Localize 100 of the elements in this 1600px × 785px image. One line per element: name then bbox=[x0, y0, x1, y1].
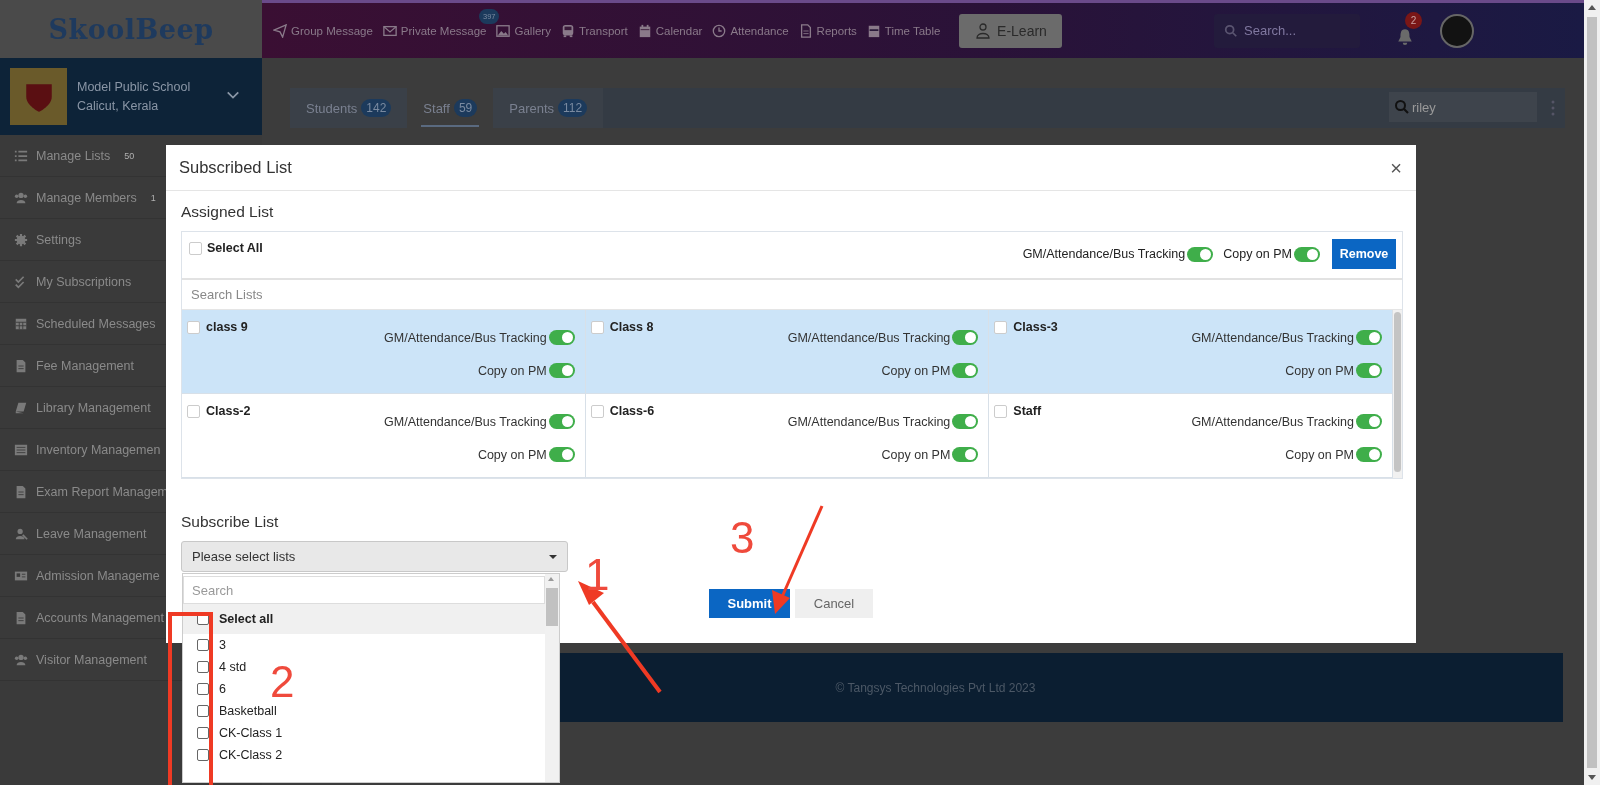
paper-plane-icon bbox=[273, 23, 287, 38]
envelope-icon bbox=[382, 23, 397, 38]
toggle-switch[interactable] bbox=[548, 330, 575, 345]
school-header[interactable]: Model Public School Calicut, Kerala bbox=[0, 58, 262, 135]
option-label: CK-Class 1 bbox=[219, 726, 283, 740]
image-icon bbox=[496, 23, 511, 38]
checkbox[interactable] bbox=[197, 661, 209, 673]
toggle-switch[interactable] bbox=[952, 330, 979, 345]
toggle-switch[interactable] bbox=[952, 414, 979, 429]
kebab-menu-icon[interactable] bbox=[1551, 100, 1555, 116]
toggle-label: Copy on PM bbox=[1223, 247, 1292, 261]
scrollbar[interactable] bbox=[1584, 0, 1600, 785]
toggle-switch[interactable] bbox=[1356, 363, 1382, 378]
option-label: 3 bbox=[219, 638, 226, 652]
toggle-switch[interactable] bbox=[548, 447, 575, 462]
scrollbar[interactable] bbox=[545, 574, 559, 782]
list-option[interactable]: CK-Class 1 bbox=[183, 722, 289, 744]
toggle-label: Copy on PM bbox=[1285, 363, 1354, 378]
toggle-label: GM/Attendance/Bus Tracking bbox=[1191, 414, 1354, 429]
bus-icon bbox=[560, 23, 575, 38]
toggle-label: GM/Attendance/Bus Tracking bbox=[787, 414, 951, 429]
toggle-switch[interactable] bbox=[548, 414, 575, 429]
search-icon bbox=[1224, 23, 1238, 38]
option-label: CK-Class 2 bbox=[219, 748, 283, 762]
document-icon bbox=[14, 610, 28, 625]
e-learn-button[interactable]: E-Learn bbox=[959, 13, 1063, 48]
document-icon bbox=[798, 23, 813, 38]
nav-link[interactable]: Reports bbox=[793, 23, 862, 38]
list-icon bbox=[14, 148, 28, 163]
toggle-switch[interactable] bbox=[1356, 330, 1382, 345]
nav-link[interactable]: Group Message bbox=[268, 23, 378, 38]
toggle-label: Copy on PM bbox=[881, 363, 951, 378]
toggle-switch[interactable] bbox=[952, 447, 979, 462]
search-field[interactable]: Search... bbox=[1214, 13, 1360, 48]
school-location: Calicut, Kerala bbox=[77, 97, 160, 115]
calendar-icon bbox=[637, 23, 652, 38]
remove-button[interactable]: Remove bbox=[1332, 239, 1396, 269]
dropdown-search-field[interactable]: Search bbox=[183, 576, 545, 604]
nav-link[interactable]: Gallery bbox=[491, 23, 556, 38]
scrollbar-thumb[interactable] bbox=[1587, 17, 1597, 768]
calendar-icon bbox=[866, 23, 881, 38]
item-count: 1 bbox=[150, 192, 156, 203]
toggle-label: GM/Attendance/Bus Tracking bbox=[787, 330, 951, 345]
option-label: 4 std bbox=[219, 660, 247, 674]
checkbox[interactable] bbox=[197, 705, 209, 717]
submit-button[interactable]: Submit bbox=[709, 589, 790, 618]
nav-link[interactable]: Time Table bbox=[861, 23, 946, 38]
scrollbar-thumb[interactable] bbox=[546, 588, 558, 626]
count-badge: 59 bbox=[453, 99, 478, 117]
tab[interactable]: Students 142 bbox=[290, 88, 408, 128]
avatar[interactable] bbox=[1440, 13, 1474, 48]
toggle-switch[interactable] bbox=[952, 363, 979, 378]
count-badge: 142 bbox=[361, 99, 392, 117]
scrollbar[interactable] bbox=[1393, 310, 1402, 478]
tab[interactable]: Staff 59 bbox=[407, 88, 494, 128]
notification-badge: 2 bbox=[1405, 11, 1422, 29]
gear-icon bbox=[14, 232, 28, 247]
toggle-label: Copy on PM bbox=[477, 363, 547, 378]
toggle-switch[interactable] bbox=[1356, 447, 1382, 462]
annotation-number: 1 bbox=[585, 553, 610, 597]
people-icon bbox=[14, 190, 28, 205]
scroll-up-arrow-icon bbox=[1588, 5, 1596, 10]
close-button[interactable]: × bbox=[1390, 157, 1402, 178]
checkbox[interactable] bbox=[197, 749, 209, 761]
nav-link[interactable]: Transport bbox=[555, 23, 633, 38]
list-name: Class-3 bbox=[1013, 320, 1058, 334]
checkbox[interactable] bbox=[197, 639, 209, 651]
list-name: Class-6 bbox=[609, 404, 655, 418]
toggle-switch[interactable] bbox=[1356, 414, 1382, 429]
toggle-label: Copy on PM bbox=[881, 447, 951, 462]
list-option[interactable]: CK-Class 2 bbox=[183, 744, 289, 766]
clock-icon bbox=[712, 23, 727, 38]
scrollbar-thumb[interactable] bbox=[1394, 312, 1401, 472]
checkbox[interactable] bbox=[197, 727, 209, 739]
list-select-dropdown[interactable]: Please select lists bbox=[181, 541, 568, 572]
toggle-label: GM/Attendance/Bus Tracking bbox=[1191, 330, 1354, 345]
list-name: Class-2 bbox=[206, 404, 251, 418]
select-all-label: Select All bbox=[207, 241, 263, 255]
toggle-label: Copy on PM bbox=[477, 447, 547, 462]
caret-icon bbox=[549, 554, 557, 559]
option-label: 6 bbox=[219, 682, 226, 696]
list-option[interactable]: 6 bbox=[183, 678, 232, 700]
nav-link[interactable]: Attendance bbox=[707, 23, 794, 38]
list-name: Class 8 bbox=[609, 320, 654, 334]
member-search-field[interactable]: riley bbox=[1389, 92, 1537, 122]
toggle-switch[interactable] bbox=[1294, 246, 1320, 262]
toggle-switch[interactable] bbox=[548, 363, 575, 378]
checkbox[interactable] bbox=[197, 683, 209, 695]
list-box-icon bbox=[14, 442, 28, 457]
school-name: Model Public School bbox=[77, 78, 191, 96]
tab[interactable]: Parents 112 bbox=[493, 88, 604, 128]
cancel-button[interactable]: Cancel bbox=[795, 589, 873, 618]
document-icon bbox=[14, 358, 28, 373]
option-label: Basketball bbox=[219, 704, 277, 718]
toggle-switch[interactable] bbox=[1187, 246, 1214, 262]
copyright-text: © Tangsys Technologies Pvt Ltd 2023 bbox=[835, 680, 1036, 695]
nav-link[interactable]: Private Message bbox=[377, 23, 492, 38]
toggle-label: GM/Attendance/Bus Tracking bbox=[384, 414, 547, 429]
list-option[interactable]: 4 std bbox=[183, 656, 253, 678]
nav-link[interactable]: Calendar bbox=[632, 23, 708, 38]
